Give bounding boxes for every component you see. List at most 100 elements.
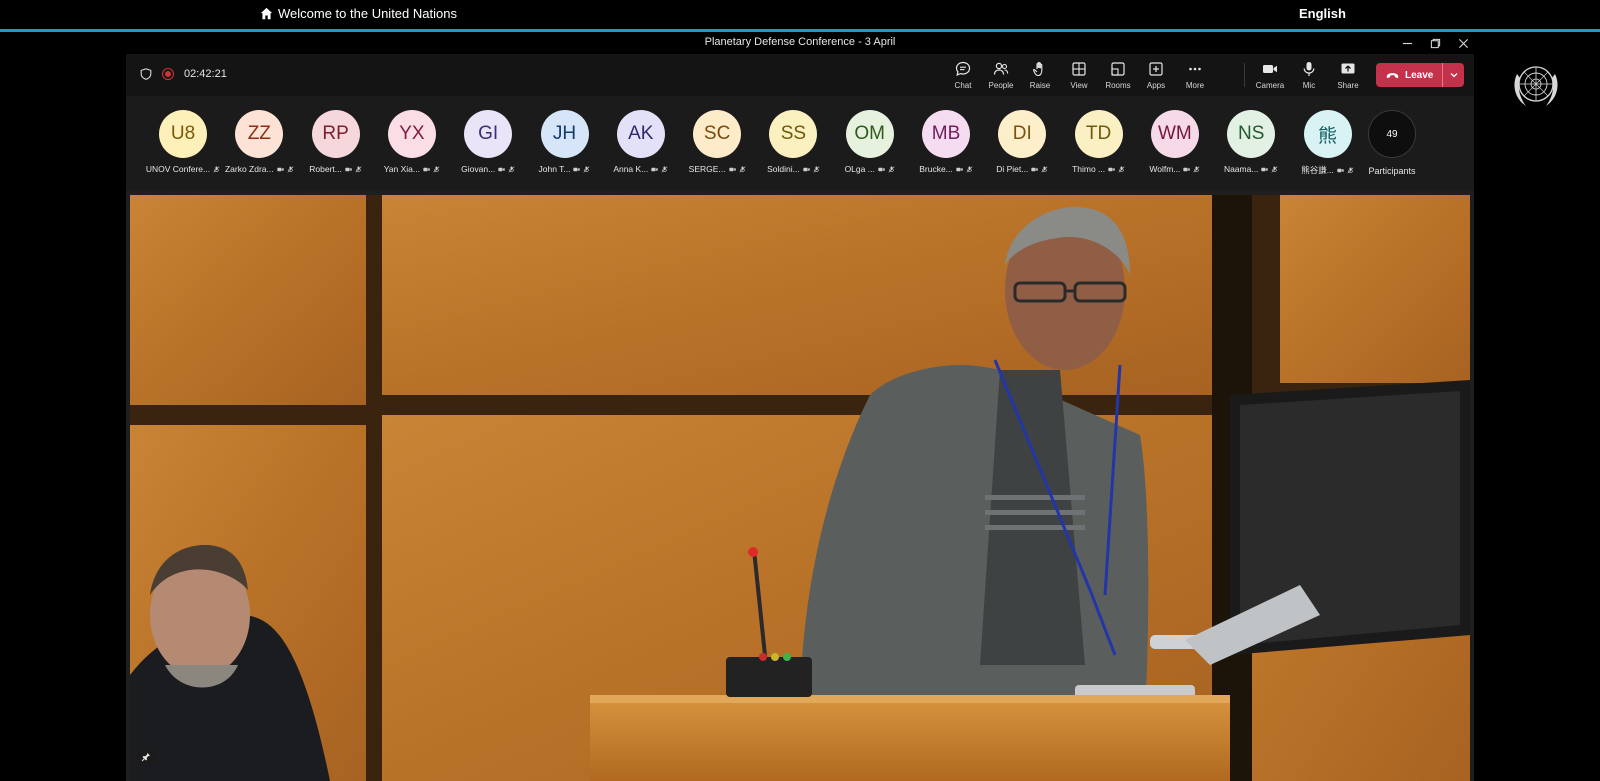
participant-count-button[interactable]: 49 Participants (1358, 110, 1426, 186)
home-link-label: Welcome to the United Nations (278, 6, 457, 21)
participant-tile[interactable]: ZZ Zarko Zdra... (221, 110, 297, 186)
camera-off-icon (1108, 167, 1115, 171)
participant-name: Giovan... (461, 164, 496, 174)
speaker-video-frame (130, 195, 1470, 781)
more-button[interactable]: More (1176, 59, 1214, 93)
camera-button-label: Camera (1255, 81, 1285, 90)
apps-button-label: Apps (1146, 81, 1166, 90)
view-button-label: View (1070, 81, 1088, 90)
participant-tile[interactable]: JH John T... (527, 110, 603, 186)
participant-tile[interactable]: SS Soldini... (755, 110, 831, 186)
participant-name: UNOV Confere... (145, 164, 211, 174)
participant-name-row: SERGE... (679, 164, 755, 174)
camera-off-icon (878, 167, 885, 171)
restore-button[interactable] (1426, 34, 1444, 52)
participant-name: Robert... (309, 164, 342, 174)
camera-off-icon (345, 167, 352, 171)
participant-name: Wolfm... (1149, 164, 1181, 174)
minimize-icon (1402, 42, 1412, 44)
participant-avatar: TD (1074, 110, 1123, 158)
participant-avatar: U8 (159, 110, 207, 158)
minimize-button[interactable] (1398, 34, 1416, 52)
participant-name-row: 熊谷謙... (1290, 164, 1366, 176)
mic-off-icon (661, 165, 668, 173)
participant-name: 熊谷謙... (1301, 165, 1334, 175)
participant-name-row: UNOV Confere... (145, 164, 221, 174)
camera-off-icon (1183, 167, 1191, 171)
participant-name: Thimo ... (1072, 164, 1106, 174)
hang-up-icon (1386, 72, 1399, 78)
leave-button[interactable]: Leave (1376, 63, 1442, 87)
participant-tile[interactable]: DI Di Piet... (984, 110, 1060, 186)
camera-off-icon (1031, 167, 1039, 171)
mic-off-icon (1041, 165, 1048, 173)
camera-button[interactable]: Camera (1251, 59, 1289, 93)
participant-tile[interactable]: MB Brucke... (908, 110, 984, 186)
mic-off-icon (888, 165, 895, 173)
chat-button[interactable]: Chat (944, 59, 982, 93)
participant-avatar: DI (998, 110, 1047, 158)
leave-options-button[interactable] (1443, 63, 1464, 87)
camera-off-icon (803, 167, 810, 171)
mic-off-icon (508, 165, 515, 173)
close-icon (1458, 38, 1468, 48)
mic-button-label: Mic (1302, 81, 1316, 90)
mic-off-icon (355, 165, 362, 173)
participant-count-label: Participants (1368, 166, 1416, 176)
participant-tile[interactable]: SC SERGE... (679, 110, 755, 186)
participant-avatar: NS (1227, 110, 1276, 158)
home-link[interactable]: Welcome to the United Nations (260, 6, 457, 21)
camera-off-icon (276, 167, 284, 171)
chat-icon (955, 61, 971, 77)
participant-name-row: John T... (527, 164, 603, 174)
camera-off-icon (651, 167, 658, 171)
mic-off-icon (813, 165, 820, 173)
participant-avatar: 熊 (1303, 110, 1352, 158)
rooms-button-label: Rooms (1105, 81, 1131, 90)
participant-avatar: YX (387, 110, 436, 158)
apps-button[interactable]: Apps (1137, 59, 1175, 93)
participant-avatar: SS (769, 110, 818, 158)
participant-avatar: SC (693, 110, 742, 158)
participant-avatar: ZZ (235, 110, 284, 158)
participant-tile[interactable]: 熊熊谷謙... (1290, 110, 1366, 186)
participant-tile[interactable]: GI Giovan... (450, 110, 526, 186)
participant-tile[interactable]: AK Anna K... (603, 110, 679, 186)
main-video (130, 195, 1470, 781)
participant-tile[interactable]: U8 UNOV Confere... (145, 110, 221, 186)
participant-avatar: OM (845, 110, 894, 158)
camera-off-icon (1261, 167, 1269, 171)
mic-off-icon (1118, 165, 1125, 173)
close-button[interactable] (1454, 34, 1472, 52)
un-emblem-logo (1514, 66, 1558, 106)
participant-tile[interactable]: RP Robert... (298, 110, 374, 186)
participant-avatar: AK (616, 110, 665, 158)
restore-icon (1430, 38, 1440, 48)
participant-tile[interactable]: YX Yan Xia... (374, 110, 450, 186)
participant-tile[interactable]: TD Thimo ... (1061, 110, 1137, 186)
participant-tile[interactable]: OM OLga ... (832, 110, 908, 186)
mic-button[interactable]: Mic (1290, 59, 1328, 93)
more-icon (1189, 67, 1201, 71)
raise-hand-button[interactable]: Raise (1021, 59, 1059, 93)
more-button-label: More (1185, 81, 1205, 90)
share-icon (1341, 63, 1355, 74)
people-button[interactable]: People (982, 59, 1020, 93)
participant-tile[interactable]: WM Wolfm... (1137, 110, 1213, 186)
meeting-toolbar: 02:42:21 Chat People Raise View Rooms Ap… (126, 54, 1474, 96)
participant-name: Zarko Zdra... (224, 164, 274, 174)
participant-avatar: JH (540, 110, 589, 158)
participant-name: SERGE... (688, 164, 726, 174)
participant-count: 49 (1368, 110, 1416, 158)
participant-name-row: Zarko Zdra... (221, 164, 297, 174)
share-button[interactable]: Share (1329, 59, 1367, 93)
leave-button-label: Leave (1405, 69, 1434, 81)
language-selector[interactable]: English (1299, 6, 1346, 21)
view-button[interactable]: View (1060, 59, 1098, 93)
pin-button[interactable] (136, 749, 156, 765)
camera-off-icon (956, 167, 963, 171)
participant-tile[interactable]: NS Naama... (1213, 110, 1289, 186)
meeting-window: 02:42:21 Chat People Raise View Rooms Ap… (126, 54, 1474, 781)
people-icon (993, 62, 1009, 75)
rooms-button[interactable]: Rooms (1099, 59, 1137, 93)
